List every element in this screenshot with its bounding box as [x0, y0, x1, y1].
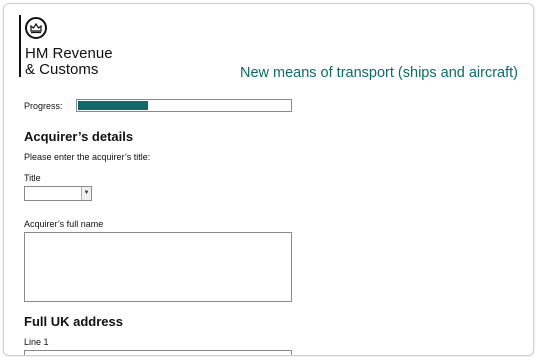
department-name: HM Revenue & Customs [25, 46, 113, 78]
department-line-2: & Customs [25, 61, 99, 78]
page-header: HM Revenue & Customs New means of transp… [19, 15, 524, 85]
full-uk-address-heading: Full UK address [24, 314, 123, 329]
acquirer-title-instruction: Please enter the acquirer’s title: [24, 152, 151, 162]
title-select[interactable]: ▼ [24, 186, 92, 201]
logo-rule [19, 15, 21, 77]
progress-bar-fill [78, 101, 148, 110]
address-line-1-input[interactable] [24, 350, 292, 355]
department-line-1: HM Revenue [25, 45, 113, 62]
form-window: HM Revenue & Customs New means of transp… [3, 3, 534, 356]
progress-label: Progress: [24, 101, 63, 111]
crown-crest-icon [25, 17, 47, 39]
address-line-1-label: Line 1 [24, 337, 49, 347]
acquirer-details-heading: Acquirer’s details [24, 129, 134, 144]
chevron-down-icon[interactable]: ▼ [81, 187, 91, 200]
form-title: New means of transport (ships and aircra… [239, 65, 518, 81]
full-name-textarea[interactable] [24, 232, 292, 302]
title-label: Title [24, 173, 41, 183]
progress-bar [76, 99, 292, 112]
full-name-label: Acquirer’s full name [24, 219, 104, 229]
